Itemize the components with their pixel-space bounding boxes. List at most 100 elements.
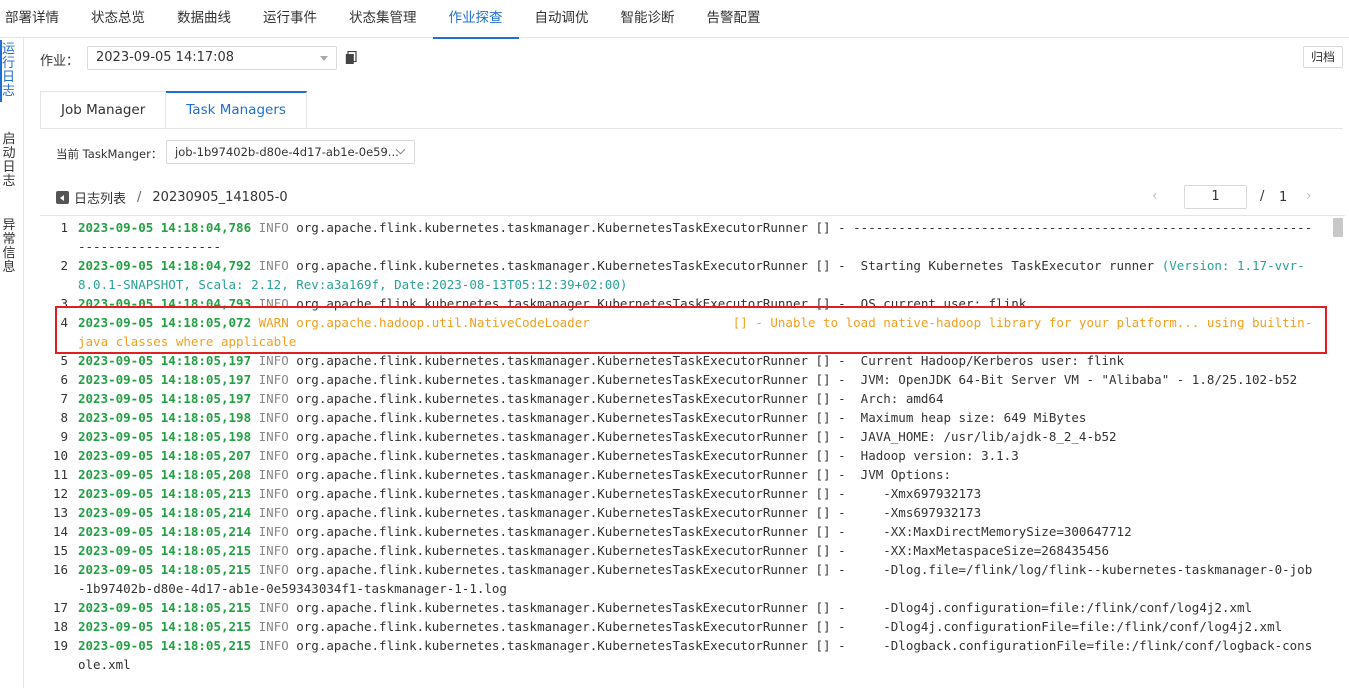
log-level: INFO xyxy=(258,638,289,653)
tab-6[interactable]: 自动调优 xyxy=(519,0,605,38)
log-timestamp: 2023-09-05 14:18:04,786 xyxy=(78,220,252,235)
log-timestamp: 2023-09-05 14:18:04,793 xyxy=(78,296,252,311)
page-separator: / xyxy=(1260,189,1265,204)
manager-tab-0[interactable]: Job Manager xyxy=(40,91,167,129)
tab-1[interactable]: 状态总览 xyxy=(75,0,161,38)
log-timestamp: 2023-09-05 14:18:05,213 xyxy=(78,486,252,501)
tab-8[interactable]: 告警配置 xyxy=(691,0,777,38)
chevron-right-icon[interactable]: › xyxy=(1306,189,1316,203)
log-line-text: 2023-09-05 14:18:05,215 INFO org.apache.… xyxy=(78,598,1318,617)
tab-4[interactable]: 状态集管理 xyxy=(333,0,433,38)
log-message: org.apache.flink.kubernetes.taskmanager.… xyxy=(288,486,982,501)
log-level: INFO xyxy=(258,486,289,501)
side-tab-0[interactable]: 运行日志 xyxy=(0,40,15,102)
log-line-number: 13 xyxy=(52,505,68,520)
log-timestamp: 2023-09-05 14:18:05,215 xyxy=(78,600,252,615)
log-line: 19 2023-09-05 14:18:05,215 INFO org.apach… xyxy=(40,636,1330,674)
scrollbar-thumb[interactable] xyxy=(1333,218,1343,237)
log-message: org.apache.flink.kubernetes.taskmanager.… xyxy=(288,391,944,406)
log-timestamp: 2023-09-05 14:18:05,214 xyxy=(78,505,252,520)
log-line-number: 8 xyxy=(60,410,68,425)
log-line-text: 2023-09-05 14:18:04,786 INFO org.apache.… xyxy=(78,218,1318,256)
log-message: org.apache.flink.kubernetes.taskmanager.… xyxy=(288,543,1110,558)
log-line: 9 2023-09-05 14:18:05,198 INFO org.apache… xyxy=(40,427,1330,446)
log-line-text: 2023-09-05 14:18:05,198 INFO org.apache.… xyxy=(78,427,1318,446)
log-message: org.apache.flink.kubernetes.taskmanager.… xyxy=(288,448,1019,463)
side-tab-1[interactable]: 启动日志 xyxy=(2,130,16,192)
log-line-text: 2023-09-05 14:18:04,793 INFO org.apache.… xyxy=(78,294,1318,313)
log-line: 1 2023-09-05 14:18:04,786 INFO org.apache… xyxy=(40,218,1330,256)
tab-0[interactable]: 部署详情 xyxy=(0,0,75,38)
log-line-number: 14 xyxy=(52,524,68,539)
log-level: INFO xyxy=(258,505,289,520)
log-line-number: 16 xyxy=(52,562,68,577)
log-timestamp: 2023-09-05 14:18:05,215 xyxy=(78,638,252,653)
log-line-text: 2023-09-05 14:18:05,215 INFO org.apache.… xyxy=(78,636,1318,674)
log-line-number: 18 xyxy=(52,619,68,634)
top-tab-bar: 部署详情 状态总览 数据曲线 运行事件 状态集管理 作业探查 自动调优 智能诊断 告警配置 xyxy=(0,0,1349,39)
archive-button[interactable]: 归档 xyxy=(1303,46,1343,68)
log-line: 6 2023-09-05 14:18:05,197 INFO org.apache… xyxy=(40,370,1330,389)
manager-tabs: Job Manager Task Managers xyxy=(40,91,307,129)
log-level: INFO xyxy=(258,391,289,406)
tab-3[interactable]: 运行事件 xyxy=(247,0,333,38)
log-viewer[interactable]: 1 2023-09-05 14:18:04,786 INFO org.apache… xyxy=(40,215,1345,688)
page-input[interactable]: 1 xyxy=(1184,185,1247,209)
log-line: 8 2023-09-05 14:18:05,198 INFO org.apache… xyxy=(40,408,1330,427)
log-level: INFO xyxy=(258,296,289,311)
manager-tab-1[interactable]: Task Managers xyxy=(166,91,307,129)
log-line: 10 2023-09-05 14:18:05,207 INFO org.apach… xyxy=(40,446,1330,465)
tab-5[interactable]: 作业探查 xyxy=(432,0,519,39)
log-level: INFO xyxy=(258,353,289,368)
log-timestamp: 2023-09-05 14:18:04,792 xyxy=(78,258,252,273)
back-icon[interactable] xyxy=(56,191,69,204)
tab-7[interactable]: 智能诊断 xyxy=(605,0,691,38)
log-line: 15 2023-09-05 14:18:05,215 INFO org.apach… xyxy=(40,541,1330,560)
breadcrumb-current: 20230905_141805-0 xyxy=(152,190,288,205)
log-level: INFO xyxy=(258,410,289,425)
log-line: 2 2023-09-05 14:18:04,792 INFO org.apache… xyxy=(40,256,1330,294)
log-line-text: 2023-09-05 14:18:05,207 INFO org.apache.… xyxy=(78,446,1318,465)
log-message: org.apache.flink.kubernetes.taskmanager.… xyxy=(288,619,1283,634)
chevron-left-icon[interactable]: ‹ xyxy=(1152,189,1162,203)
log-timestamp: 2023-09-05 14:18:05,215 xyxy=(78,619,252,634)
log-level: INFO xyxy=(258,429,289,444)
tab-2[interactable]: 数据曲线 xyxy=(161,0,247,38)
log-line: 13 2023-09-05 14:18:05,214 INFO org.apach… xyxy=(40,503,1330,522)
log-line-text: 2023-09-05 14:18:05,208 INFO org.apache.… xyxy=(78,465,1318,484)
log-level: INFO xyxy=(258,220,289,235)
log-level: INFO xyxy=(258,372,289,387)
log-message: org.apache.flink.kubernetes.taskmanager.… xyxy=(288,296,1027,311)
job-select[interactable]: 2023-09-05 14:17:08 xyxy=(87,46,337,70)
log-line-number: 19 xyxy=(52,638,68,653)
copy-icon[interactable] xyxy=(345,51,357,65)
caret-down-icon xyxy=(320,56,328,61)
log-line-number: 3 xyxy=(60,296,68,311)
job-label: 作业： xyxy=(40,54,80,69)
log-line: 12 2023-09-05 14:18:05,213 INFO org.apach… xyxy=(40,484,1330,503)
log-line: 16 2023-09-05 14:18:05,215 INFO org.apach… xyxy=(40,560,1330,598)
log-timestamp: 2023-09-05 14:18:05,072 xyxy=(78,315,252,330)
log-line-text: 2023-09-05 14:18:05,214 INFO org.apache.… xyxy=(78,522,1318,541)
log-timestamp: 2023-09-05 14:18:05,198 xyxy=(78,410,252,425)
log-timestamp: 2023-09-05 14:18:05,215 xyxy=(78,562,252,577)
log-line: 3 2023-09-05 14:18:04,793 INFO org.apache… xyxy=(40,294,1330,313)
side-tab-2[interactable]: 异常信息 xyxy=(2,216,16,278)
log-line: 7 2023-09-05 14:18:05,197 INFO org.apache… xyxy=(40,389,1330,408)
task-manager-select-value: job-1b97402b-d80e-4d17-ab1e-0e59... xyxy=(175,145,399,159)
divider xyxy=(40,128,1343,129)
log-line-number: 5 xyxy=(60,353,68,368)
side-tab-bar: 运行日志启动日志异常信息 xyxy=(0,38,24,688)
task-manager-select[interactable]: job-1b97402b-d80e-4d17-ab1e-0e59... xyxy=(166,140,415,164)
log-message: org.apache.flink.kubernetes.taskmanager.… xyxy=(288,353,1125,368)
log-timestamp: 2023-09-05 14:18:05,215 xyxy=(78,543,252,558)
log-level: INFO xyxy=(258,258,289,273)
breadcrumb-back-link[interactable]: 日志列表 xyxy=(74,188,126,207)
log-timestamp: 2023-09-05 14:18:05,208 xyxy=(78,467,252,482)
log-lines: 1 2023-09-05 14:18:04,786 INFO org.apache… xyxy=(40,218,1330,674)
log-line: 4 2023-09-05 14:18:05,072 WARN org.apache… xyxy=(40,313,1330,351)
log-message: org.apache.flink.kubernetes.taskmanager.… xyxy=(288,524,1132,539)
log-level: INFO xyxy=(258,562,289,577)
job-select-value: 2023-09-05 14:17:08 xyxy=(96,50,235,65)
log-line-number: 12 xyxy=(52,486,68,501)
